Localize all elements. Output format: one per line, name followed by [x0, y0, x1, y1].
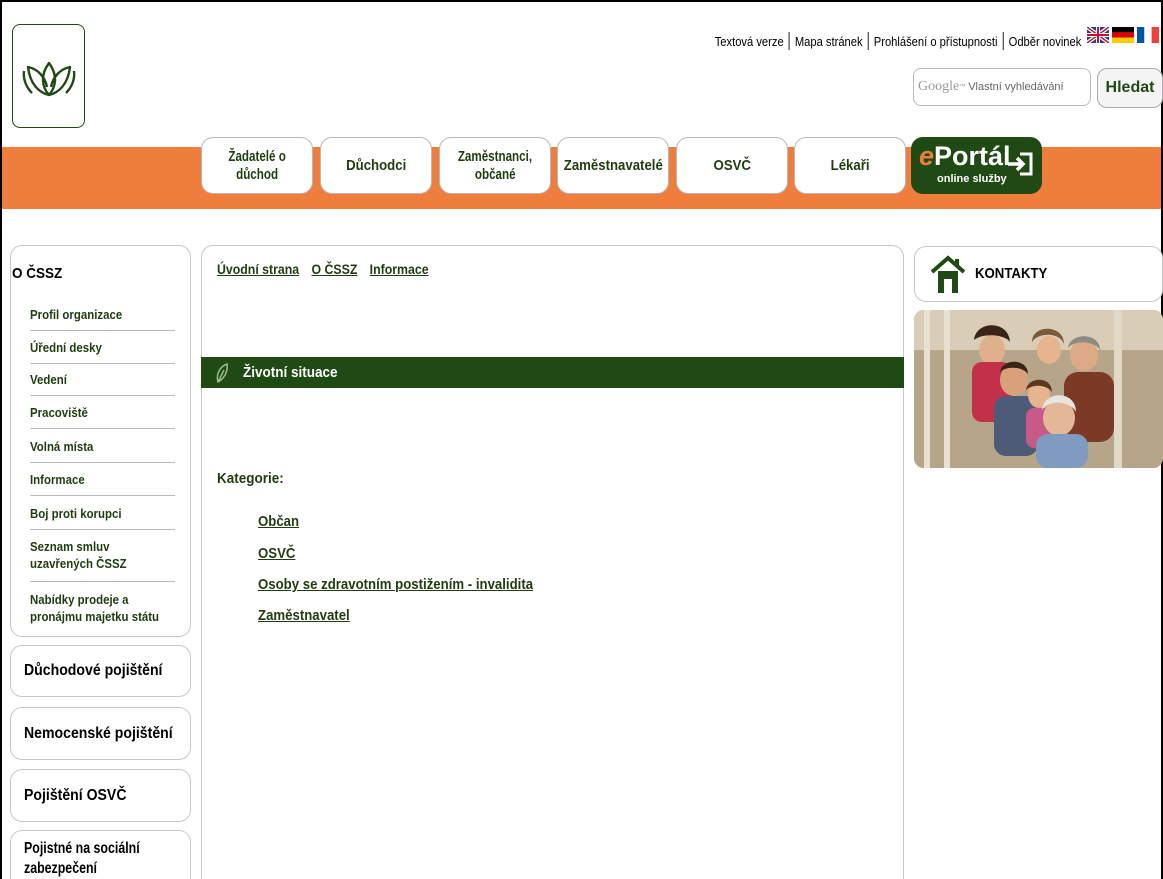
breadcrumb: Úvodní strana O ČSSZ Informace [217, 261, 429, 277]
sidebar-sickness-insurance[interactable]: Nemocenské pojištění [10, 707, 191, 760]
divider [1002, 32, 1004, 50]
tab-osvc[interactable]: OSVČ [676, 137, 788, 194]
house-icon [931, 255, 965, 293]
eportal-button[interactable]: ePortál online služby [911, 137, 1042, 194]
eportal-title: ePortál [919, 141, 1011, 171]
sidebar-item-management[interactable]: Vedení [30, 371, 175, 396]
sidebar-item-information[interactable]: Informace [30, 471, 175, 496]
categories-label: Kategorie: [217, 470, 284, 487]
tulip-logo-icon [22, 61, 75, 97]
breadcrumb-home[interactable]: Úvodní strana [217, 261, 299, 277]
sitemap-link[interactable]: Mapa stránek [794, 34, 862, 49]
tab-pensioners[interactable]: Důchodci [320, 137, 432, 194]
sidebar-pension-insurance[interactable]: Důchodové pojištění [10, 645, 191, 697]
search-button[interactable]: Hledat [1097, 68, 1163, 108]
language-flags [1087, 27, 1159, 43]
sidebar-social-contributions[interactable]: Pojistné na sociální zabezpečení [10, 830, 191, 879]
tab-applicants[interactable]: Žadatelé o důchod [201, 137, 313, 194]
family-photo [914, 310, 1163, 468]
top-links: Textová verze Mapa stránek Prohlášení o … [714, 32, 1081, 50]
divider [867, 32, 869, 50]
breadcrumb-information[interactable]: Informace [370, 261, 429, 277]
divider [788, 32, 790, 50]
newsletter-link[interactable]: Odběr novinek [1008, 34, 1081, 49]
main-content [201, 245, 904, 879]
leaf-icon [216, 362, 228, 383]
fr-flag-icon[interactable] [1137, 27, 1159, 43]
uk-flag-icon[interactable] [1087, 27, 1109, 43]
breadcrumb-cssz[interactable]: O ČSSZ [311, 261, 357, 277]
search-input[interactable]: Google ™ Vlastní vyhledávání [913, 68, 1091, 106]
sidebar-item-property-offers[interactable]: Nabídky prodeje a pronájmu majetku státu [30, 591, 175, 631]
google-brand: Google [918, 79, 960, 94]
sidebar-item-official-boards[interactable]: Úřední desky [30, 339, 175, 364]
category-link-disability[interactable]: Osoby se zdravotním postižením - invalid… [258, 576, 533, 593]
cssz-logo[interactable] [12, 24, 85, 128]
login-arrow-icon [1008, 152, 1033, 176]
tab-employees[interactable]: Zaměstnanci, občané [439, 137, 551, 194]
sidebar-item-anti-corruption[interactable]: Boj proti korupci [30, 505, 175, 530]
tab-doctors[interactable]: Lékaři [794, 137, 906, 194]
sidebar-heading: O ČSSZ [12, 265, 63, 282]
section-title-bar: Životní situace [201, 357, 904, 388]
sidebar-item-vacancies[interactable]: Volná místa [30, 438, 175, 463]
category-link-citizen[interactable]: Občan [258, 513, 299, 530]
de-flag-icon[interactable] [1112, 27, 1134, 43]
eportal-subtitle: online služby [937, 173, 1007, 185]
family-image [914, 310, 1163, 468]
sidebar-item-profile[interactable]: Profil organizace [30, 306, 175, 331]
sidebar-osvc-insurance[interactable]: Pojištění OSVČ [10, 769, 191, 822]
search-placeholder: Vlastní vyhledávání [968, 81, 1064, 93]
contacts-label: KONTAKTY [975, 265, 1048, 282]
section-title: Životní situace [243, 364, 338, 381]
text-version-link[interactable]: Textová verze [714, 34, 783, 49]
contacts-box[interactable]: KONTAKTY [914, 246, 1163, 302]
sidebar-item-workplaces[interactable]: Pracoviště [30, 404, 175, 429]
category-link-osvc[interactable]: OSVČ [258, 545, 295, 562]
category-link-employer[interactable]: Zaměstnavatel [258, 607, 350, 624]
accessibility-link[interactable]: Prohlášení o přístupnosti [873, 34, 997, 49]
sidebar-item-contracts[interactable]: Seznam smluv uzavřených ČSSZ [30, 538, 175, 582]
tab-employers[interactable]: Zaměstnavatelé [557, 137, 669, 194]
